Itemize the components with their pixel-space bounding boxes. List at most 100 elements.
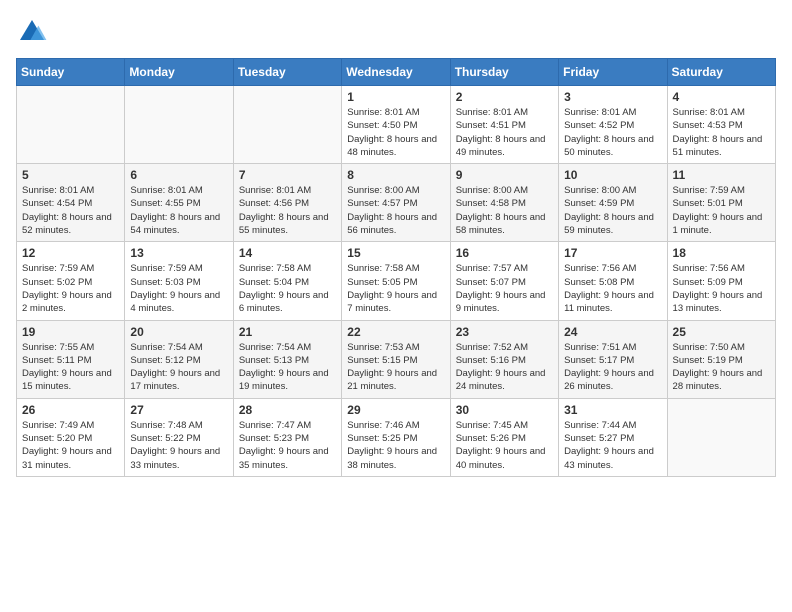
calendar-day-cell: 19 Sunrise: 7:55 AM Sunset: 5:11 PM Dayli… — [17, 320, 125, 398]
calendar-day-cell: 6 Sunrise: 8:01 AM Sunset: 4:55 PM Daylig… — [125, 164, 233, 242]
day-info: Sunrise: 7:45 AM Sunset: 5:26 PM Dayligh… — [456, 419, 553, 472]
day-info: Sunrise: 8:00 AM Sunset: 4:58 PM Dayligh… — [456, 184, 553, 237]
calendar-day-cell: 20 Sunrise: 7:54 AM Sunset: 5:12 PM Dayli… — [125, 320, 233, 398]
calendar-day-cell: 13 Sunrise: 7:59 AM Sunset: 5:03 PM Dayli… — [125, 242, 233, 320]
day-info: Sunrise: 7:55 AM Sunset: 5:11 PM Dayligh… — [22, 341, 119, 394]
day-number: 7 — [239, 168, 336, 182]
day-number: 2 — [456, 90, 553, 104]
calendar-day-cell — [667, 398, 775, 476]
day-number: 22 — [347, 325, 444, 339]
calendar-day-cell: 25Sunrise: 7:50 AM Sunset: 5:19 PM Dayli… — [667, 320, 775, 398]
calendar-day-cell: 18 Sunrise: 7:56 AM Sunset: 5:09 PM Dayli… — [667, 242, 775, 320]
weekday-header: Tuesday — [233, 59, 341, 86]
weekday-header: Wednesday — [342, 59, 450, 86]
logo-icon — [16, 16, 48, 48]
day-info: Sunrise: 7:58 AM Sunset: 5:05 PM Dayligh… — [347, 262, 444, 315]
day-info: Sunrise: 8:01 AM Sunset: 4:51 PM Dayligh… — [456, 106, 553, 159]
calendar-header-row: SundayMondayTuesdayWednesdayThursdayFrid… — [17, 59, 776, 86]
day-number: 13 — [130, 246, 227, 260]
day-number: 9 — [456, 168, 553, 182]
day-number: 14 — [239, 246, 336, 260]
page-header — [16, 16, 776, 48]
calendar-week-row: 19 Sunrise: 7:55 AM Sunset: 5:11 PM Dayli… — [17, 320, 776, 398]
day-info: Sunrise: 8:01 AM Sunset: 4:54 PM Dayligh… — [22, 184, 119, 237]
calendar-day-cell — [233, 86, 341, 164]
day-info: Sunrise: 8:01 AM Sunset: 4:53 PM Dayligh… — [673, 106, 770, 159]
calendar-day-cell — [125, 86, 233, 164]
day-number: 16 — [456, 246, 553, 260]
day-info: Sunrise: 8:01 AM Sunset: 4:56 PM Dayligh… — [239, 184, 336, 237]
calendar-day-cell: 15 Sunrise: 7:58 AM Sunset: 5:05 PM Dayli… — [342, 242, 450, 320]
calendar-day-cell: 9 Sunrise: 8:00 AM Sunset: 4:58 PM Daylig… — [450, 164, 558, 242]
day-number: 4 — [673, 90, 770, 104]
day-info: Sunrise: 7:53 AM Sunset: 5:15 PM Dayligh… — [347, 341, 444, 394]
day-info: Sunrise: 7:56 AM Sunset: 5:08 PM Dayligh… — [564, 262, 661, 315]
day-info: Sunrise: 8:01 AM Sunset: 4:55 PM Dayligh… — [130, 184, 227, 237]
day-info: Sunrise: 8:00 AM Sunset: 4:57 PM Dayligh… — [347, 184, 444, 237]
day-info: Sunrise: 7:50 AM Sunset: 5:19 PM Dayligh… — [673, 341, 770, 394]
day-info: Sunrise: 7:48 AM Sunset: 5:22 PM Dayligh… — [130, 419, 227, 472]
calendar-day-cell: 23Sunrise: 7:52 AM Sunset: 5:16 PM Dayli… — [450, 320, 558, 398]
day-number: 28 — [239, 403, 336, 417]
day-info: Sunrise: 7:49 AM Sunset: 5:20 PM Dayligh… — [22, 419, 119, 472]
calendar-day-cell: 22 Sunrise: 7:53 AM Sunset: 5:15 PM Dayli… — [342, 320, 450, 398]
calendar-day-cell: 17 Sunrise: 7:56 AM Sunset: 5:08 PM Dayli… — [559, 242, 667, 320]
day-info: Sunrise: 8:01 AM Sunset: 4:50 PM Dayligh… — [347, 106, 444, 159]
day-info: Sunrise: 7:59 AM Sunset: 5:01 PM Dayligh… — [673, 184, 770, 237]
calendar-day-cell — [17, 86, 125, 164]
day-number: 11 — [673, 168, 770, 182]
day-number: 3 — [564, 90, 661, 104]
day-number: 10 — [564, 168, 661, 182]
calendar-day-cell: 27 Sunrise: 7:48 AM Sunset: 5:22 PM Dayli… — [125, 398, 233, 476]
day-info: Sunrise: 7:47 AM Sunset: 5:23 PM Dayligh… — [239, 419, 336, 472]
day-info: Sunrise: 7:51 AM Sunset: 5:17 PM Dayligh… — [564, 341, 661, 394]
day-info: Sunrise: 7:46 AM Sunset: 5:25 PM Dayligh… — [347, 419, 444, 472]
calendar-day-cell: 26 Sunrise: 7:49 AM Sunset: 5:20 PM Dayli… — [17, 398, 125, 476]
day-number: 17 — [564, 246, 661, 260]
day-info: Sunrise: 7:59 AM Sunset: 5:03 PM Dayligh… — [130, 262, 227, 315]
calendar-day-cell: 16 Sunrise: 7:57 AM Sunset: 5:07 PM Dayli… — [450, 242, 558, 320]
day-number: 27 — [130, 403, 227, 417]
day-number: 30 — [456, 403, 553, 417]
weekday-header: Sunday — [17, 59, 125, 86]
day-info: Sunrise: 7:56 AM Sunset: 5:09 PM Dayligh… — [673, 262, 770, 315]
calendar-day-cell: 8Sunrise: 8:00 AM Sunset: 4:57 PM Daylig… — [342, 164, 450, 242]
calendar-day-cell: 4 Sunrise: 8:01 AM Sunset: 4:53 PM Daylig… — [667, 86, 775, 164]
calendar-day-cell: 28 Sunrise: 7:47 AM Sunset: 5:23 PM Dayli… — [233, 398, 341, 476]
day-info: Sunrise: 7:58 AM Sunset: 5:04 PM Dayligh… — [239, 262, 336, 315]
day-info: Sunrise: 7:59 AM Sunset: 5:02 PM Dayligh… — [22, 262, 119, 315]
calendar-day-cell: 29Sunrise: 7:46 AM Sunset: 5:25 PM Dayli… — [342, 398, 450, 476]
calendar-day-cell: 24 Sunrise: 7:51 AM Sunset: 5:17 PM Dayli… — [559, 320, 667, 398]
day-number: 18 — [673, 246, 770, 260]
logo — [16, 16, 52, 48]
calendar-day-cell: 12Sunrise: 7:59 AM Sunset: 5:02 PM Dayli… — [17, 242, 125, 320]
day-number: 19 — [22, 325, 119, 339]
day-info: Sunrise: 7:54 AM Sunset: 5:13 PM Dayligh… — [239, 341, 336, 394]
calendar-day-cell: 14 Sunrise: 7:58 AM Sunset: 5:04 PM Dayli… — [233, 242, 341, 320]
weekday-header: Thursday — [450, 59, 558, 86]
day-number: 15 — [347, 246, 444, 260]
weekday-header: Friday — [559, 59, 667, 86]
day-info: Sunrise: 7:44 AM Sunset: 5:27 PM Dayligh… — [564, 419, 661, 472]
day-number: 26 — [22, 403, 119, 417]
calendar-day-cell: 7 Sunrise: 8:01 AM Sunset: 4:56 PM Daylig… — [233, 164, 341, 242]
day-number: 21 — [239, 325, 336, 339]
day-number: 24 — [564, 325, 661, 339]
day-info: Sunrise: 7:54 AM Sunset: 5:12 PM Dayligh… — [130, 341, 227, 394]
day-info: Sunrise: 7:57 AM Sunset: 5:07 PM Dayligh… — [456, 262, 553, 315]
calendar-day-cell: 30 Sunrise: 7:45 AM Sunset: 5:26 PM Dayli… — [450, 398, 558, 476]
calendar-day-cell: 3Sunrise: 8:01 AM Sunset: 4:52 PM Daylig… — [559, 86, 667, 164]
calendar-week-row: 26 Sunrise: 7:49 AM Sunset: 5:20 PM Dayli… — [17, 398, 776, 476]
calendar-day-cell: 11 Sunrise: 7:59 AM Sunset: 5:01 PM Dayli… — [667, 164, 775, 242]
calendar-day-cell: 21 Sunrise: 7:54 AM Sunset: 5:13 PM Dayli… — [233, 320, 341, 398]
calendar-week-row: 1 Sunrise: 8:01 AM Sunset: 4:50 PM Daylig… — [17, 86, 776, 164]
day-info: Sunrise: 7:52 AM Sunset: 5:16 PM Dayligh… — [456, 341, 553, 394]
day-number: 31 — [564, 403, 661, 417]
weekday-header: Monday — [125, 59, 233, 86]
calendar-day-cell: 31 Sunrise: 7:44 AM Sunset: 5:27 PM Dayli… — [559, 398, 667, 476]
day-number: 1 — [347, 90, 444, 104]
calendar-day-cell: 2 Sunrise: 8:01 AM Sunset: 4:51 PM Daylig… — [450, 86, 558, 164]
day-number: 20 — [130, 325, 227, 339]
day-info: Sunrise: 8:00 AM Sunset: 4:59 PM Dayligh… — [564, 184, 661, 237]
day-number: 6 — [130, 168, 227, 182]
